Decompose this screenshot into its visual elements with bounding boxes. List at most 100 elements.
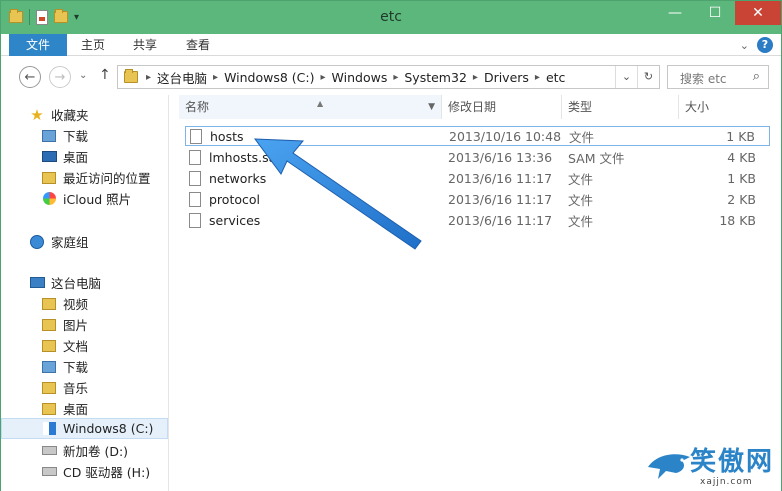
breadcrumb-separator[interactable]: ▸ bbox=[473, 72, 478, 83]
sidebar-item-label: 视频 bbox=[63, 297, 89, 312]
table-row[interactable]: lmhosts.sam 2013/6/16 13:36 SAM 文件 4 KB bbox=[185, 147, 770, 167]
table-row[interactable]: protocol 2013/6/16 11:17 文件 2 KB bbox=[185, 189, 770, 209]
desktop-folder-icon bbox=[41, 402, 57, 416]
file-name: hosts bbox=[210, 128, 244, 144]
file-type: SAM 文件 bbox=[568, 150, 625, 166]
recent-locations-button[interactable]: ⌄ bbox=[79, 70, 87, 81]
file-size: 1 KB bbox=[726, 128, 755, 144]
sidebar-homegroup[interactable]: 家庭组 bbox=[1, 231, 168, 252]
breadcrumb-etc[interactable]: etc bbox=[546, 70, 565, 85]
refresh-button[interactable]: ↻ bbox=[637, 66, 659, 88]
sidebar-item-label: 收藏夹 bbox=[51, 108, 89, 123]
search-placeholder: 搜索 etc bbox=[680, 72, 727, 86]
maximize-button[interactable]: ☐ bbox=[695, 1, 735, 25]
history-dropdown-button[interactable]: ⌄ bbox=[615, 66, 637, 88]
file-icon bbox=[189, 191, 201, 207]
documents-folder-icon bbox=[41, 339, 57, 353]
file-size: 1 KB bbox=[727, 170, 756, 186]
column-header-date[interactable]: 修改日期 bbox=[442, 95, 562, 119]
sidebar-item-drive-d[interactable]: 新加卷 (D:) bbox=[1, 440, 168, 461]
explorer-window: ▾ etc — ☐ ✕ 文件 主页 共享 查看 ⌄ ? ← → ⌄ ↑ ▸ 这台… bbox=[0, 0, 782, 491]
breadcrumb-drive-c[interactable]: Windows8 (C:) bbox=[224, 70, 314, 85]
table-row[interactable]: services 2013/6/16 11:17 文件 18 KB bbox=[185, 210, 770, 230]
column-filter-dropdown-icon[interactable]: ▼ bbox=[428, 95, 435, 119]
sidebar-item-documents[interactable]: 文档 bbox=[1, 335, 168, 356]
sidebar-item-label: 最近访问的位置 bbox=[63, 171, 151, 186]
star-icon: ★ bbox=[30, 105, 44, 124]
sidebar-item-label: 下载 bbox=[63, 129, 89, 144]
breadcrumb-separator[interactable]: ▸ bbox=[213, 72, 218, 83]
back-button[interactable]: ← bbox=[19, 66, 41, 88]
title-bar[interactable]: ▾ etc — ☐ ✕ bbox=[1, 1, 781, 34]
breadcrumb-separator[interactable]: ▸ bbox=[535, 72, 540, 83]
file-icon bbox=[189, 149, 201, 165]
help-icon[interactable]: ? bbox=[757, 37, 773, 53]
breadcrumb-separator[interactable]: ▸ bbox=[393, 72, 398, 83]
ribbon-tabs: 文件 主页 共享 查看 ⌄ ? bbox=[1, 34, 781, 56]
sidebar-item-label: 新加卷 (D:) bbox=[63, 444, 129, 459]
folder-icon bbox=[124, 69, 138, 83]
address-bar[interactable]: ▸ 这台电脑 ▸ Windows8 (C:) ▸ Windows ▸ Syste… bbox=[117, 65, 660, 89]
file-date: 2013/6/16 13:36 bbox=[448, 149, 553, 165]
breadcrumb-system32[interactable]: System32 bbox=[404, 70, 467, 85]
tab-view[interactable]: 查看 bbox=[178, 34, 218, 56]
sidebar-item-icloud-photos[interactable]: iCloud 照片 bbox=[1, 188, 168, 209]
sidebar-item-desktop-pc[interactable]: 桌面 bbox=[1, 398, 168, 419]
up-button[interactable]: ↑ bbox=[99, 67, 111, 83]
file-date: 2013/6/16 11:17 bbox=[448, 170, 553, 186]
sidebar-item-recent-places[interactable]: 最近访问的位置 bbox=[1, 167, 168, 188]
address-bar-actions: ⌄ ↻ bbox=[615, 66, 659, 88]
drive-icon bbox=[41, 444, 57, 458]
breadcrumb-windows[interactable]: Windows bbox=[332, 70, 388, 85]
sidebar-item-label: 桌面 bbox=[63, 150, 89, 165]
tab-home[interactable]: 主页 bbox=[73, 34, 113, 56]
sidebar-item-label: CD 驱动器 (H:) bbox=[63, 465, 151, 480]
sidebar-favorites[interactable]: ★ 收藏夹 bbox=[1, 104, 168, 125]
chevron-down-icon[interactable]: ⌄ bbox=[740, 39, 749, 52]
sidebar-item-label: 这台电脑 bbox=[51, 276, 102, 291]
sidebar-item-label: 桌面 bbox=[63, 402, 89, 417]
sidebar-item-label: 家庭组 bbox=[51, 235, 89, 250]
file-type: 文件 bbox=[568, 192, 594, 208]
cd-drive-icon bbox=[41, 465, 57, 479]
icloud-photos-icon bbox=[41, 192, 57, 206]
close-button[interactable]: ✕ bbox=[735, 1, 781, 25]
table-row[interactable]: networks 2013/6/16 11:17 文件 1 KB bbox=[185, 168, 770, 188]
watermark: 笑傲网 xajjn.com bbox=[646, 441, 781, 491]
breadcrumb-drivers[interactable]: Drivers bbox=[484, 70, 529, 85]
tab-file[interactable]: 文件 bbox=[9, 34, 67, 56]
sidebar-item-music[interactable]: 音乐 bbox=[1, 377, 168, 398]
column-header-name[interactable]: ▲ 名称 ▼ bbox=[179, 95, 442, 119]
minimize-button[interactable]: — bbox=[655, 1, 695, 25]
sidebar-item-pictures[interactable]: 图片 bbox=[1, 314, 168, 335]
watermark-subtext: xajjn.com bbox=[700, 477, 753, 487]
sidebar-item-desktop[interactable]: 桌面 bbox=[1, 146, 168, 167]
column-header-size[interactable]: 大小 bbox=[679, 95, 759, 119]
sidebar-item-downloads[interactable]: 下载 bbox=[1, 125, 168, 146]
sort-ascending-icon: ▲ bbox=[317, 99, 324, 108]
sidebar-item-cd-drive[interactable]: CD 驱动器 (H:) bbox=[1, 461, 168, 482]
file-date: 2013/10/16 10:48 bbox=[449, 128, 562, 144]
homegroup-icon bbox=[29, 234, 45, 249]
column-header-type[interactable]: 类型 bbox=[562, 95, 679, 119]
breadcrumb-this-pc[interactable]: 这台电脑 bbox=[157, 68, 207, 87]
sidebar-item-downloads-pc[interactable]: 下载 bbox=[1, 356, 168, 377]
tab-share[interactable]: 共享 bbox=[125, 34, 165, 56]
search-input[interactable]: 搜索 etc ⌕ bbox=[667, 65, 769, 89]
breadcrumb-separator[interactable]: ▸ bbox=[321, 72, 326, 83]
sidebar-this-pc[interactable]: 这台电脑 bbox=[1, 272, 168, 293]
table-row[interactable]: hosts 2013/10/16 10:48 文件 1 KB bbox=[185, 126, 770, 146]
sidebar-item-label: 音乐 bbox=[63, 381, 89, 396]
sidebar-item-windows-drive[interactable]: Windows8 (C:) bbox=[1, 418, 168, 439]
file-type: 文件 bbox=[568, 171, 594, 187]
file-type: 文件 bbox=[568, 213, 594, 229]
file-name: networks bbox=[209, 170, 267, 186]
search-icon[interactable]: ⌕ bbox=[753, 69, 760, 84]
file-type: 文件 bbox=[569, 129, 595, 145]
sidebar-item-label: Windows8 (C:) bbox=[63, 421, 154, 436]
breadcrumb-separator[interactable]: ▸ bbox=[146, 72, 151, 83]
forward-button[interactable]: → bbox=[49, 66, 71, 88]
navigation-bar: ← → ⌄ ↑ ▸ 这台电脑 ▸ Windows8 (C:) ▸ Windows… bbox=[1, 57, 781, 95]
file-name: protocol bbox=[209, 191, 260, 207]
sidebar-item-videos[interactable]: 视频 bbox=[1, 293, 168, 314]
